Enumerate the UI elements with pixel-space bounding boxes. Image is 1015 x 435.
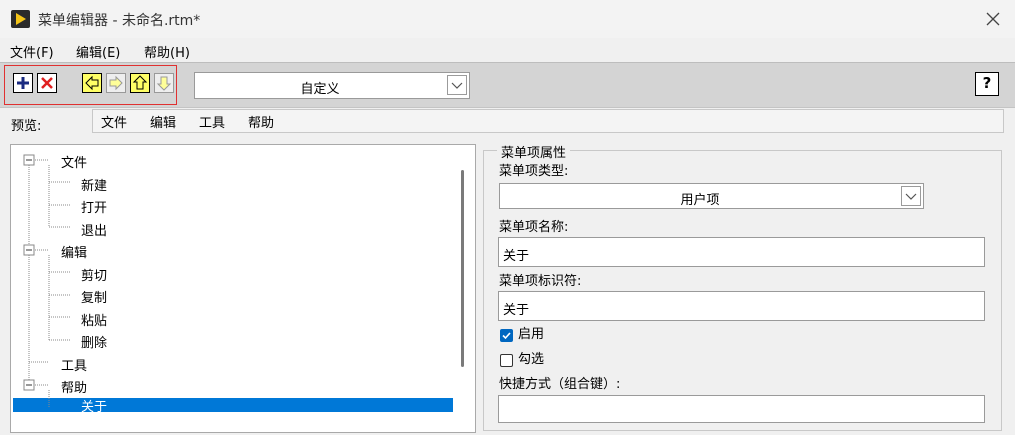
move-left-button[interactable]	[82, 73, 102, 93]
shortcut-label: 快捷方式（组合键）:	[499, 377, 621, 392]
insert-item-button[interactable]	[13, 73, 33, 93]
chevron-down-icon	[451, 82, 463, 89]
preview-menubar: 文件 编辑 工具 帮助	[92, 109, 1004, 133]
tree-node-file[interactable]: 文件	[61, 152, 87, 171]
arrow-down-icon	[156, 76, 172, 91]
menu-help[interactable]: 帮助(H)	[144, 42, 190, 61]
item-type-dropdown-button[interactable]	[901, 186, 921, 206]
preview-item-edit[interactable]: 编辑	[150, 112, 176, 131]
item-id-input[interactable]: 关于	[498, 291, 985, 321]
close-icon	[986, 12, 1000, 26]
menu-file[interactable]: 文件(F)	[10, 42, 54, 61]
shortcut-input[interactable]	[498, 395, 985, 423]
move-right-button[interactable]	[106, 73, 126, 93]
tree-node-new[interactable]: 新建	[81, 175, 107, 194]
delete-item-button[interactable]	[37, 73, 57, 93]
tree-node-about[interactable]: 关于	[81, 399, 107, 412]
tree-node-exit[interactable]: 退出	[81, 220, 107, 239]
tree-node-paste[interactable]: 粘贴	[81, 310, 107, 329]
menu-type-select[interactable]: 自定义	[194, 72, 470, 99]
tree-node-cut[interactable]: 剪切	[81, 265, 107, 284]
tree-node-copy[interactable]: 复制	[81, 287, 107, 306]
tree-scrollbar-thumb[interactable]	[461, 170, 464, 367]
chevron-down-icon	[905, 193, 917, 200]
properties-group-title: 菜单项属性	[497, 142, 571, 161]
preview-label: 预览:	[11, 119, 42, 134]
preview-item-help[interactable]: 帮助	[248, 112, 274, 131]
menu-edit[interactable]: 编辑(E)	[76, 42, 120, 61]
menu-type-dropdown-button[interactable]	[447, 75, 467, 95]
arrow-right-icon	[109, 75, 123, 91]
enabled-checkbox[interactable]	[500, 329, 513, 342]
move-up-button[interactable]	[130, 73, 150, 93]
arrow-left-icon	[85, 75, 99, 91]
item-type-select-value: 用户项	[680, 193, 720, 208]
plus-icon	[17, 77, 29, 89]
tree-node-edit[interactable]: 编辑	[61, 242, 87, 261]
window-title: 菜单编辑器 - 未命名.rtm*	[38, 13, 201, 29]
preview-item-file[interactable]: 文件	[101, 112, 127, 131]
help-button[interactable]: ?	[975, 72, 999, 96]
checked-checkbox[interactable]	[500, 354, 513, 367]
item-type-select[interactable]: 用户项	[499, 183, 924, 209]
tree-node-tools[interactable]: 工具	[61, 355, 87, 374]
item-name-label: 菜单项名称:	[499, 220, 569, 235]
move-down-button[interactable]	[154, 73, 174, 93]
item-id-label: 菜单项标识符:	[499, 274, 582, 289]
item-type-label: 菜单项类型:	[499, 164, 569, 179]
delete-x-icon	[41, 77, 53, 89]
preview-item-tools[interactable]: 工具	[199, 112, 225, 131]
checkmark-icon	[502, 332, 511, 340]
close-button[interactable]	[978, 6, 1008, 32]
menu-bar: 文件(F) 编辑(E) 帮助(H)	[0, 38, 1015, 62]
menu-type-select-value: 自定义	[300, 82, 340, 97]
item-name-input[interactable]: 关于	[498, 237, 985, 267]
tree-node-delete[interactable]: 删除	[81, 332, 107, 351]
tree-node-open[interactable]: 打开	[81, 197, 107, 216]
arrow-up-icon	[132, 75, 148, 90]
app-icon	[11, 10, 30, 28]
tree-node-help[interactable]: 帮助	[61, 377, 87, 396]
menu-tree[interactable]: 文件 新建 打开 退出 编辑 剪切 复制 粘贴 删除 工具 帮助 关于	[10, 144, 476, 433]
checked-label: 勾选	[518, 352, 545, 367]
enabled-label: 启用	[518, 327, 545, 342]
